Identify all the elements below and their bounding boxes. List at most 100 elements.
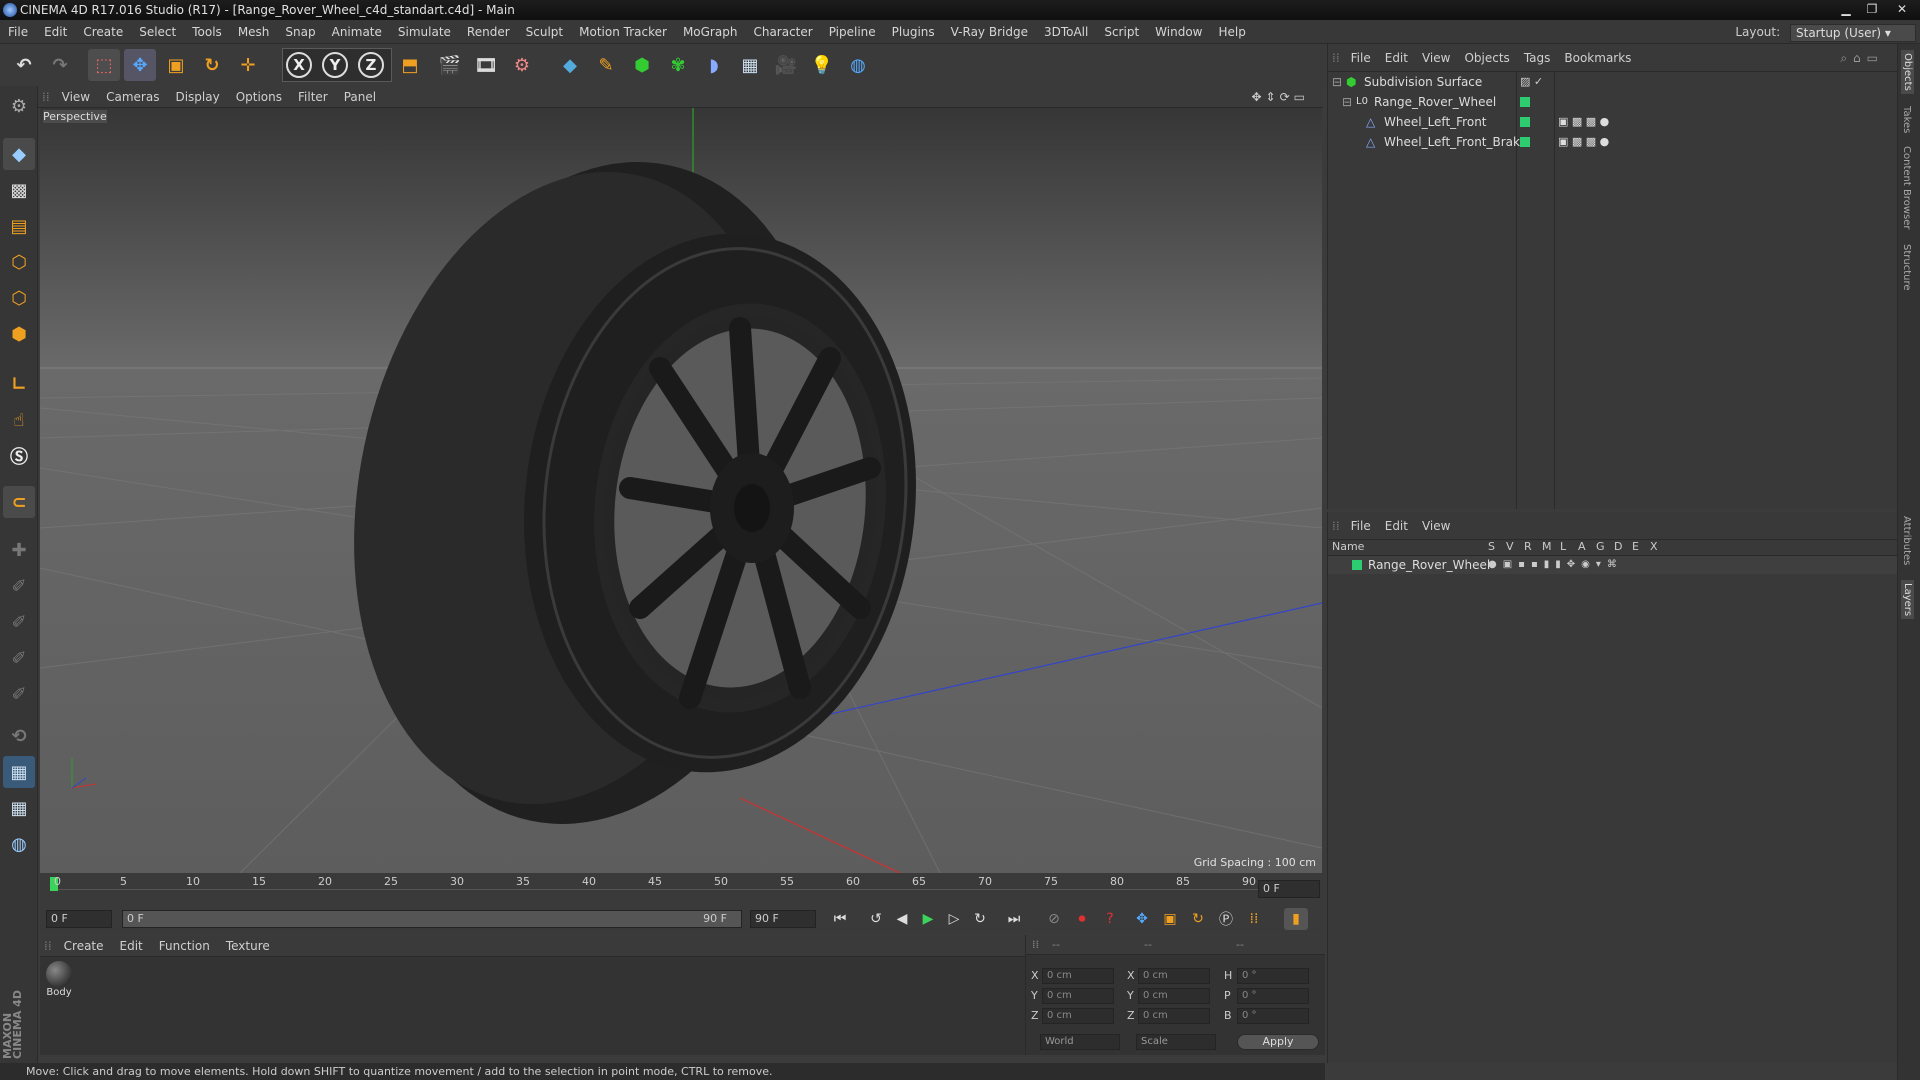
menu-mograph[interactable]: MoGraph xyxy=(675,20,746,44)
axis-mode-icon[interactable]: ∟ xyxy=(3,368,35,400)
python-icon[interactable]: ◍ xyxy=(842,49,874,81)
x-axis-lock-icon[interactable]: X xyxy=(286,52,312,78)
grid-lock-icon[interactable]: ▦ xyxy=(3,756,35,788)
end-frame-field[interactable]: 90 F xyxy=(750,910,816,928)
polygons-mode-icon[interactable]: ⬢ xyxy=(3,318,35,350)
tab-layers[interactable]: Layers xyxy=(1901,580,1914,620)
make-editable-icon[interactable]: ⚙ xyxy=(3,90,35,122)
smooth-brush-icon[interactable]: ✐ xyxy=(3,678,35,710)
lasso-icon[interactable]: ⟲ xyxy=(3,720,35,752)
coord-y-position-field[interactable]: 0 cm xyxy=(1042,988,1114,1004)
redo-icon[interactable]: ↷ xyxy=(44,49,76,81)
world-dropdown[interactable]: World xyxy=(1040,1034,1120,1050)
key-pla-icon[interactable]: ⁞⁞ xyxy=(1242,908,1266,930)
paint-brush-icon[interactable]: ✐ xyxy=(3,570,35,602)
om-menu-bookmarks[interactable]: Bookmarks xyxy=(1557,44,1638,72)
lm-menu-edit[interactable]: Edit xyxy=(1378,512,1415,540)
menu-select[interactable]: Select xyxy=(131,20,184,44)
om-menu-view[interactable]: View xyxy=(1415,44,1457,72)
key-position-icon[interactable]: ✥ xyxy=(1130,908,1154,930)
layer-color-swatch[interactable] xyxy=(1520,117,1530,127)
menu-simulate[interactable]: Simulate xyxy=(390,20,459,44)
render-settings-icon[interactable]: ⚙ xyxy=(506,49,538,81)
model-mode-icon[interactable]: ◆ xyxy=(3,138,35,170)
render-view-icon[interactable]: 🎬 xyxy=(434,49,466,81)
preview-range-slider[interactable]: 0 F 90 F xyxy=(122,910,742,928)
tab-objects[interactable]: Objects xyxy=(1901,50,1914,94)
y-axis-lock-icon[interactable]: Y xyxy=(322,52,348,78)
render-picture-viewer-icon[interactable]: 🎞 xyxy=(470,49,502,81)
rotate-tool-icon[interactable]: ↻ xyxy=(196,49,228,81)
tab-structure[interactable]: Structure xyxy=(1901,244,1912,291)
menu-help[interactable]: Help xyxy=(1210,20,1253,44)
key-parameter-icon[interactable]: Ⓟ xyxy=(1214,908,1238,930)
texture-mode-icon[interactable]: ▩ xyxy=(3,174,35,206)
move-tool-icon[interactable]: ✥ xyxy=(124,49,156,81)
lm-menu-view[interactable]: View xyxy=(1415,512,1457,540)
material-tags-icon[interactable]: ▣ ▩ ▩ ● xyxy=(1558,112,1609,132)
menu-window[interactable]: Window xyxy=(1147,20,1210,44)
viewport-menu-options[interactable]: Options xyxy=(228,86,290,108)
menu-render[interactable]: Render xyxy=(459,20,518,44)
minimize-icon[interactable]: ▁ xyxy=(1834,1,1858,17)
enabled-check-icon[interactable]: ▨ ✓ xyxy=(1520,72,1543,92)
material-menu-texture[interactable]: Texture xyxy=(218,935,278,957)
om-menu-tags[interactable]: Tags xyxy=(1517,44,1558,72)
menu-animate[interactable]: Animate xyxy=(324,20,390,44)
coord-p-field[interactable]: 0 ° xyxy=(1237,988,1309,1004)
deformer-bend-icon[interactable]: ◗ xyxy=(698,49,730,81)
snap-icon[interactable]: Ⓢ xyxy=(3,440,35,472)
menu-pipeline[interactable]: Pipeline xyxy=(821,20,884,44)
record-objects-icon[interactable]: ⊘ xyxy=(1042,908,1066,930)
layer-toggles-icon[interactable]: ●▣▪▪▮▮✥◉▾⌘ xyxy=(1488,556,1623,574)
om-menu-edit[interactable]: Edit xyxy=(1378,44,1415,72)
menu-file[interactable]: File xyxy=(0,20,36,44)
next-frame-icon[interactable]: ▷ xyxy=(942,908,966,930)
menu-mesh[interactable]: Mesh xyxy=(230,20,278,44)
grid-snap-icon[interactable]: ▦ xyxy=(3,792,35,824)
viewport-menu-display[interactable]: Display xyxy=(167,86,227,108)
perspective-viewport[interactable]: Perspective Grid Spacing : 100 cm xyxy=(40,108,1322,873)
menu-snap[interactable]: Snap xyxy=(277,20,323,44)
timeline-ruler[interactable]: 0 5 10 15 20 25 30 35 40 45 50 55 60 65 70 75 80 85 90 0 F xyxy=(40,873,1325,905)
start-frame-field[interactable]: 0 F xyxy=(46,910,112,928)
weight-brush-icon[interactable]: ✚ xyxy=(3,534,35,566)
points-mode-icon[interactable]: ⬡ xyxy=(3,246,35,278)
floor-scene-icon[interactable]: ▦ xyxy=(734,49,766,81)
go-to-end-icon[interactable]: ⏭ xyxy=(1002,908,1026,930)
restore-icon[interactable]: ❐ xyxy=(1860,1,1884,17)
light-icon[interactable]: 💡 xyxy=(806,49,838,81)
material-body[interactable]: Body xyxy=(44,961,74,998)
mograph-cloner-icon[interactable]: ✾ xyxy=(662,49,694,81)
material-menu-function[interactable]: Function xyxy=(151,935,218,957)
coord-x-size-field[interactable]: 0 cm xyxy=(1138,968,1210,984)
om-menu-file[interactable]: File xyxy=(1344,44,1378,72)
object-row-range-rover-wheel[interactable]: ⊟ L0 Range_Rover_Wheel xyxy=(1328,92,1898,112)
coord-x-position-field[interactable]: 0 cm xyxy=(1042,968,1114,984)
object-row-subdivision-surface[interactable]: ⊟ ⬢ Subdivision Surface ▨ ✓ xyxy=(1328,72,1898,92)
layer-row[interactable]: Range_Rover_Wheel ●▣▪▪▮▮✥◉▾⌘ xyxy=(1328,556,1898,574)
play-icon[interactable]: ▶ xyxy=(916,908,940,930)
current-frame-field[interactable]: 0 F xyxy=(1258,880,1320,898)
subdivision-surface-icon[interactable]: ⬢ xyxy=(626,49,658,81)
autokey-icon[interactable]: ? xyxy=(1098,908,1122,930)
previous-frame-icon[interactable]: ◀ xyxy=(890,908,914,930)
viewport-nav-icons[interactable]: ✥⇕⟳▭ xyxy=(1243,86,1317,108)
menu-plugins[interactable]: Plugins xyxy=(884,20,943,44)
material-menu-create[interactable]: Create xyxy=(56,935,112,957)
layer-color-swatch[interactable] xyxy=(1352,560,1362,570)
coord-b-field[interactable]: 0 ° xyxy=(1237,1008,1309,1024)
tab-attributes[interactable]: Attributes xyxy=(1901,516,1912,565)
cube-primitive-icon[interactable]: ◆ xyxy=(554,49,586,81)
layout-dropdown[interactable]: Startup (User) ▾ xyxy=(1790,23,1916,42)
coord-z-size-field[interactable]: 0 cm xyxy=(1138,1008,1210,1024)
om-menu-objects[interactable]: Objects xyxy=(1457,44,1516,72)
previous-key-icon[interactable]: ↺ xyxy=(864,908,888,930)
next-key-icon[interactable]: ↻ xyxy=(968,908,992,930)
scale-tool-icon[interactable]: ▣ xyxy=(160,49,192,81)
transform-tool-icon[interactable]: ✛ xyxy=(232,49,264,81)
magnet-icon[interactable]: ⊂ xyxy=(3,486,35,518)
record-active-icon[interactable]: ⏺ xyxy=(1070,908,1094,930)
key-rotation-icon[interactable]: ↻ xyxy=(1186,908,1210,930)
menu-3dtoall[interactable]: 3DToAll xyxy=(1036,20,1096,44)
